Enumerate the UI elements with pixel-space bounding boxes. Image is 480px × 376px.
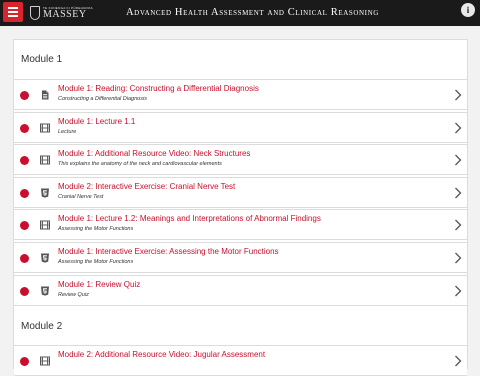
film-icon xyxy=(40,220,50,230)
list-item[interactable]: Module 1: Lecture 1.1 Lecture xyxy=(14,111,467,143)
chevron-right-icon[interactable] xyxy=(454,154,462,166)
item-subtitle: Lecture xyxy=(58,128,77,135)
info-button[interactable]: i xyxy=(461,3,475,17)
status-dot-icon xyxy=(20,286,29,296)
item-title: Module 1: Review Quiz xyxy=(58,279,141,289)
item-title: Module 1: Reading: Constructing a Differ… xyxy=(58,84,259,93)
document-icon xyxy=(40,90,50,100)
item-title: Module 2: Interactive Exercise: Cranial … xyxy=(58,181,236,191)
status-dot-icon xyxy=(20,156,29,166)
status-dot-icon xyxy=(20,188,29,198)
crest-icon xyxy=(30,6,40,20)
list-item[interactable]: Module 2: Interactive Exercise: Cranial … xyxy=(14,176,467,208)
html5-icon xyxy=(40,253,50,263)
status-dot-icon xyxy=(20,91,29,100)
chevron-right-icon[interactable] xyxy=(454,355,462,367)
status-dot-icon xyxy=(20,123,29,133)
chevron-right-icon[interactable] xyxy=(454,187,462,199)
item-title: Module 1: Interactive Exercise: Assessin… xyxy=(58,247,279,256)
status-dot-icon xyxy=(20,357,29,366)
logo-wordmark: MASSEY xyxy=(43,8,87,20)
film-icon xyxy=(40,356,50,366)
list-item[interactable]: Module 1: Additional Resource Video: Nec… xyxy=(14,144,467,176)
module-list-card: Module 1 Module 1: Reading: Constructing… xyxy=(13,39,468,376)
film-icon xyxy=(40,123,50,133)
list-item[interactable]: Module 1: Review Quiz Review Quiz xyxy=(14,274,467,306)
info-icon: i xyxy=(466,5,470,15)
item-title: Module 1: Lecture 1.1 xyxy=(58,116,136,126)
status-dot-icon xyxy=(20,221,29,231)
item-subtitle: Constructing a Differential Diagnosis xyxy=(58,96,147,102)
chevron-right-icon[interactable] xyxy=(454,89,462,101)
html5-icon xyxy=(40,188,50,198)
top-bar: TE KUNENGA KI PŪREHUROA MASSEY Advanced … xyxy=(0,0,480,26)
chevron-right-icon[interactable] xyxy=(454,285,462,297)
chevron-right-icon[interactable] xyxy=(454,219,462,231)
list-item[interactable]: Module 2: Additional Resource Video: Jug… xyxy=(14,345,467,376)
status-dot-icon xyxy=(20,254,29,263)
page-title: Advanced Health Assessment and Clinical … xyxy=(126,7,379,18)
item-title: Module 1: Additional Resource Video: Nec… xyxy=(58,149,251,159)
chevron-right-icon[interactable] xyxy=(454,122,462,134)
chevron-right-icon[interactable] xyxy=(454,252,462,264)
html5-icon xyxy=(40,286,50,296)
massey-logo: TE KUNENGA KI PŪREHUROA MASSEY xyxy=(30,5,93,21)
item-title: Module 2: Additional Resource Video: Jug… xyxy=(58,350,266,359)
menu-button[interactable] xyxy=(3,2,23,22)
list-item[interactable]: Module 1: Reading: Constructing a Differ… xyxy=(14,79,467,110)
hamburger-icon xyxy=(8,7,18,9)
list-item[interactable]: Module 1: Interactive Exercise: Assessin… xyxy=(14,242,467,273)
section-title-module-1: Module 1 xyxy=(21,54,63,65)
item-subtitle: Review Quiz xyxy=(58,291,89,298)
list-item[interactable]: Module 1: Lecture 1.2: Meanings and Inte… xyxy=(14,209,467,241)
item-subtitle: Assessing the Motor Functions xyxy=(58,226,134,233)
item-subtitle: Assessing the Motor Functions xyxy=(58,259,134,265)
item-subtitle: Cranial Nerve Test xyxy=(58,193,104,200)
item-subtitle: This explains the anatomy of the neck an… xyxy=(58,161,222,168)
item-title: Module 1: Lecture 1.2: Meanings and Inte… xyxy=(58,214,321,224)
film-icon xyxy=(40,155,50,165)
section-title-module-2: Module 2 xyxy=(21,321,63,332)
